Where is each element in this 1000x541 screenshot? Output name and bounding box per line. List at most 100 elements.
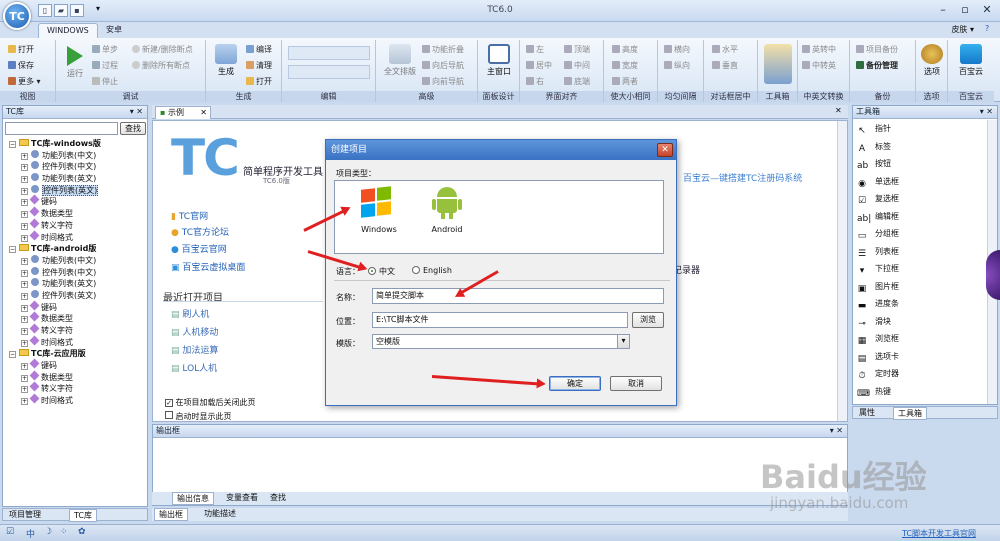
minimize-button[interactable]: – — [932, 2, 954, 18]
toolbox-item[interactable]: ⌨ 热键 — [853, 383, 987, 401]
browse-button[interactable]: 浏览 — [632, 312, 664, 328]
open-output-button[interactable]: 打开 — [246, 76, 272, 87]
expander-icon[interactable]: + — [21, 316, 28, 324]
center-vertical-button[interactable]: 垂直 — [712, 60, 738, 71]
skin-menu[interactable]: 皮肤 ▾ — [951, 24, 974, 35]
edit-toolbar-row-2[interactable] — [288, 65, 370, 79]
tree-node[interactable]: + 数据类型 — [9, 206, 147, 220]
recent-item[interactable]: ▤ 人机移动 — [171, 325, 218, 338]
main-window-button[interactable]: 主窗口 — [482, 44, 516, 77]
expander-icon[interactable]: + — [21, 398, 28, 406]
cloud-banner[interactable]: 百宝云—键搭建TC注册码系统 — [683, 171, 802, 184]
show-on-start-checkbox[interactable]: 启动时显示此页 — [165, 411, 232, 421]
horizontal-spacing-button[interactable]: 横向 — [664, 44, 690, 55]
tab-windows[interactable]: WINDOWS — [38, 23, 98, 38]
align-center-button[interactable]: 居中 — [526, 60, 552, 71]
run-button[interactable]: 运行 — [62, 46, 88, 79]
center-horizontal-button[interactable]: 水平 — [712, 44, 738, 55]
project-backup-button[interactable]: 项目备份 — [856, 44, 898, 55]
pin-close-icon[interactable]: ▾ ✕ — [130, 106, 143, 118]
template-select[interactable]: 空模版 ▾ — [372, 334, 630, 349]
tree-node[interactable]: + 数据类型 — [9, 311, 147, 325]
link-cloud-official[interactable]: ● 百宝云官网 — [171, 242, 227, 255]
toolbox-item[interactable]: ⊸ 滑块 — [853, 313, 987, 331]
project-name-input[interactable]: 简单提交脚本 — [372, 288, 664, 304]
expander-icon[interactable]: − — [9, 246, 16, 254]
tree-node[interactable]: + 键码 — [9, 194, 147, 208]
toolbox-item[interactable]: ▦ 浏览框 — [853, 330, 987, 348]
compile-button[interactable]: 编译 — [246, 44, 272, 55]
side-float-button[interactable] — [986, 250, 1000, 300]
expander-icon[interactable]: + — [21, 281, 28, 289]
help-icon[interactable]: ? — [985, 24, 989, 33]
toolbox-item[interactable]: ▾ 下拉框 — [853, 260, 987, 278]
tab-output-info[interactable]: 输出信息 — [172, 492, 214, 505]
lang-en-radio[interactable]: English — [412, 266, 452, 275]
tree-node[interactable]: − TC库-云应用版 — [9, 348, 147, 360]
tree-node[interactable]: − TC库-android版 — [9, 243, 147, 255]
expander-icon[interactable]: + — [21, 199, 28, 207]
options-button[interactable]: 选项 — [918, 44, 946, 77]
recorder-text[interactable]: 记录器 — [673, 263, 700, 276]
cn-to-en-button[interactable]: 中转英 — [802, 60, 836, 71]
close-window-button[interactable]: ✕ — [976, 2, 998, 18]
expander-icon[interactable]: + — [21, 363, 28, 371]
nav-forward-button[interactable]: 向前导航 — [422, 76, 464, 87]
expander-icon[interactable]: + — [21, 304, 28, 312]
tree-node[interactable]: + 键码 — [9, 358, 147, 372]
cn-icon[interactable]: 中 — [26, 527, 35, 540]
toolbox-item[interactable]: ↖ 指针 — [853, 120, 987, 138]
align-right-button[interactable]: 右 — [526, 76, 544, 87]
tree-node[interactable]: + 转义字符 — [9, 323, 147, 337]
link-tc-forum[interactable]: ● TC官方论坛 — [171, 225, 229, 238]
expander-icon[interactable]: − — [9, 351, 16, 359]
maximize-button[interactable]: ▫ — [954, 2, 976, 18]
stop-button[interactable]: 停止 — [92, 76, 118, 87]
align-middle-button[interactable]: 中间 — [564, 60, 590, 71]
tree-node[interactable]: + 控件列表(英文) — [9, 184, 147, 197]
open-button[interactable]: 打开 — [8, 44, 34, 55]
cancel-button[interactable]: 取消 — [610, 376, 662, 391]
expander-icon[interactable]: + — [21, 222, 28, 230]
backup-manage-button[interactable]: 备份管理 — [856, 60, 898, 71]
gear-icon[interactable]: ✿ — [78, 527, 86, 537]
cloud-button[interactable]: 百宝云 — [954, 44, 988, 77]
tab-output-box[interactable]: 输出框 — [154, 508, 188, 521]
link-tc-official[interactable]: ▮ TC官网 — [171, 209, 208, 222]
tree-node[interactable]: + 功能列表(中文) — [9, 149, 147, 162]
pin-close-icon[interactable]: ▾ ✕ — [830, 425, 843, 437]
expander-icon[interactable]: + — [21, 234, 28, 242]
tab-find[interactable]: 查找 — [266, 492, 290, 505]
tab-toolbox[interactable]: 工具箱 — [893, 407, 927, 420]
clean-button[interactable]: 清理 — [246, 60, 272, 71]
close-after-load-checkbox[interactable]: ✓ 在项目加载后关闭此页 — [165, 397, 256, 408]
tree-node[interactable]: + 转义字符 — [9, 218, 147, 232]
library-search-input[interactable] — [5, 122, 118, 135]
tree-node[interactable]: + 键码 — [9, 300, 147, 314]
tree-node[interactable]: + 数据类型 — [9, 370, 147, 384]
nav-back-button[interactable]: 向后导航 — [422, 60, 464, 71]
toolbox-item[interactable]: ⏱ 定时器 — [853, 365, 987, 383]
toggle-breakpoint-button[interactable]: 新建/删除断点 — [132, 44, 193, 55]
tools-icon[interactable] — [764, 44, 792, 84]
toolbox-item[interactable]: ▭ 分组框 — [853, 225, 987, 243]
delete-all-breakpoints-button[interactable]: 删除所有断点 — [132, 60, 190, 71]
expander-icon[interactable]: + — [21, 269, 28, 277]
toolbox-item[interactable]: ☑ 复选框 — [853, 190, 987, 208]
same-height-button[interactable]: 高度 — [612, 44, 638, 55]
step-button[interactable]: 单步 — [92, 44, 118, 55]
save-button[interactable]: 保存 — [8, 60, 34, 71]
expander-icon[interactable]: + — [21, 257, 28, 265]
close-tab-icon[interactable]: ✕ — [200, 107, 207, 119]
ok-button[interactable]: 确定 — [549, 376, 601, 391]
tab-tc-library[interactable]: TC库 — [69, 509, 98, 522]
en-to-cn-button[interactable]: 英转中 — [802, 44, 836, 55]
expander-icon[interactable]: + — [21, 164, 28, 172]
moon-icon[interactable]: ☽ — [44, 527, 52, 537]
align-top-button[interactable]: 顶端 — [564, 44, 590, 55]
align-bottom-button[interactable]: 底端 — [564, 76, 590, 87]
edit-toolbar-row-1[interactable] — [288, 46, 370, 60]
expander-icon[interactable]: + — [21, 339, 28, 347]
build-button[interactable]: 生成 — [210, 44, 242, 77]
dots-icon[interactable]: ⁘ — [60, 527, 68, 537]
